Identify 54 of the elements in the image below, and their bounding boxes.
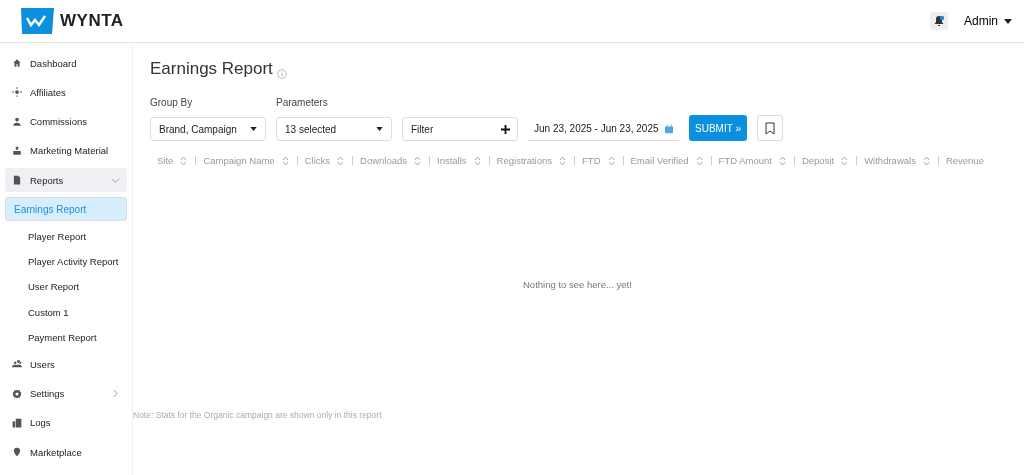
sort-icon[interactable]: [473, 155, 481, 166]
pin-icon: [12, 447, 22, 458]
filter-field[interactable]: Filter: [402, 117, 518, 141]
sidebar-item[interactable]: Affiliates: [5, 80, 127, 105]
users-icon: [12, 359, 22, 370]
sort-icon[interactable]: [281, 155, 289, 166]
empty-message: Nothing to see here... yet!: [523, 279, 632, 290]
group-by-dropdown[interactable]: Brand, Campaign: [150, 117, 266, 141]
note-text: Note: Stats for the Organic campaign are shown only in this report: [133, 410, 382, 420]
field-label: Group By: [150, 97, 194, 108]
sort-icon[interactable]: [922, 155, 930, 166]
sidebar-item[interactable]: Logs: [5, 410, 127, 435]
sort-icon[interactable]: [695, 155, 703, 166]
sidebar-subitem[interactable]: Player Activity Report: [5, 251, 127, 273]
caret-icon: [250, 127, 257, 131]
parameters-dropdown[interactable]: 13 selected: [276, 117, 392, 141]
sidebar-item[interactable]: Reports: [5, 168, 127, 193]
gear-icon: [12, 388, 22, 399]
sidebar-item[interactable]: Marketplace: [5, 440, 127, 465]
sidebar-subitem[interactable]: Payment Report: [5, 326, 127, 348]
notification-button[interactable]: [930, 12, 948, 30]
caret-icon: [1004, 18, 1012, 24]
sort-icon[interactable]: [180, 155, 188, 166]
info-icon[interactable]: [276, 69, 287, 79]
bookmark-icon: [764, 121, 775, 135]
sort-icon[interactable]: [414, 155, 421, 166]
user-menu[interactable]: Admin: [964, 14, 1012, 28]
sort-icon[interactable]: [607, 155, 615, 166]
field-label: Parameters: [276, 97, 329, 108]
plus-icon[interactable]: [501, 124, 510, 134]
sidebar-item[interactable]: Settings: [5, 381, 127, 406]
caret-icon: [376, 127, 383, 131]
date-range-field[interactable]: Jun 23, 2025 - Jun 23, 2025: [528, 117, 679, 141]
document-icon: [12, 175, 22, 186]
bookmark-button[interactable]: [756, 115, 783, 141]
home-icon: [12, 58, 22, 68]
calendar-icon: [664, 123, 673, 134]
sort-icon[interactable]: [841, 155, 849, 166]
sort-icon[interactable]: [778, 155, 786, 166]
sort-icon[interactable]: [559, 155, 567, 166]
sidebar-item[interactable]: Users: [5, 352, 127, 377]
sidebar-item[interactable]: Marketing Material: [5, 138, 127, 163]
sort-icon[interactable]: [337, 155, 344, 166]
sidebar-item[interactable]: Commissions: [5, 109, 127, 134]
sidebar-subitem[interactable]: Custom 1: [5, 301, 127, 323]
page-title: Earnings Report: [150, 59, 273, 79]
chevron-down-icon: [111, 175, 120, 185]
sidebar-item[interactable]: Dashboard: [5, 51, 127, 75]
logo-icon: [20, 8, 54, 34]
sidebar-subitem[interactable]: Player Report: [5, 225, 127, 247]
logo-text: WYNTA: [60, 11, 124, 31]
chevron-right-icon: [111, 389, 120, 399]
sidebar-subitem[interactable]: User Report: [5, 276, 127, 298]
person-icon: [12, 116, 22, 127]
